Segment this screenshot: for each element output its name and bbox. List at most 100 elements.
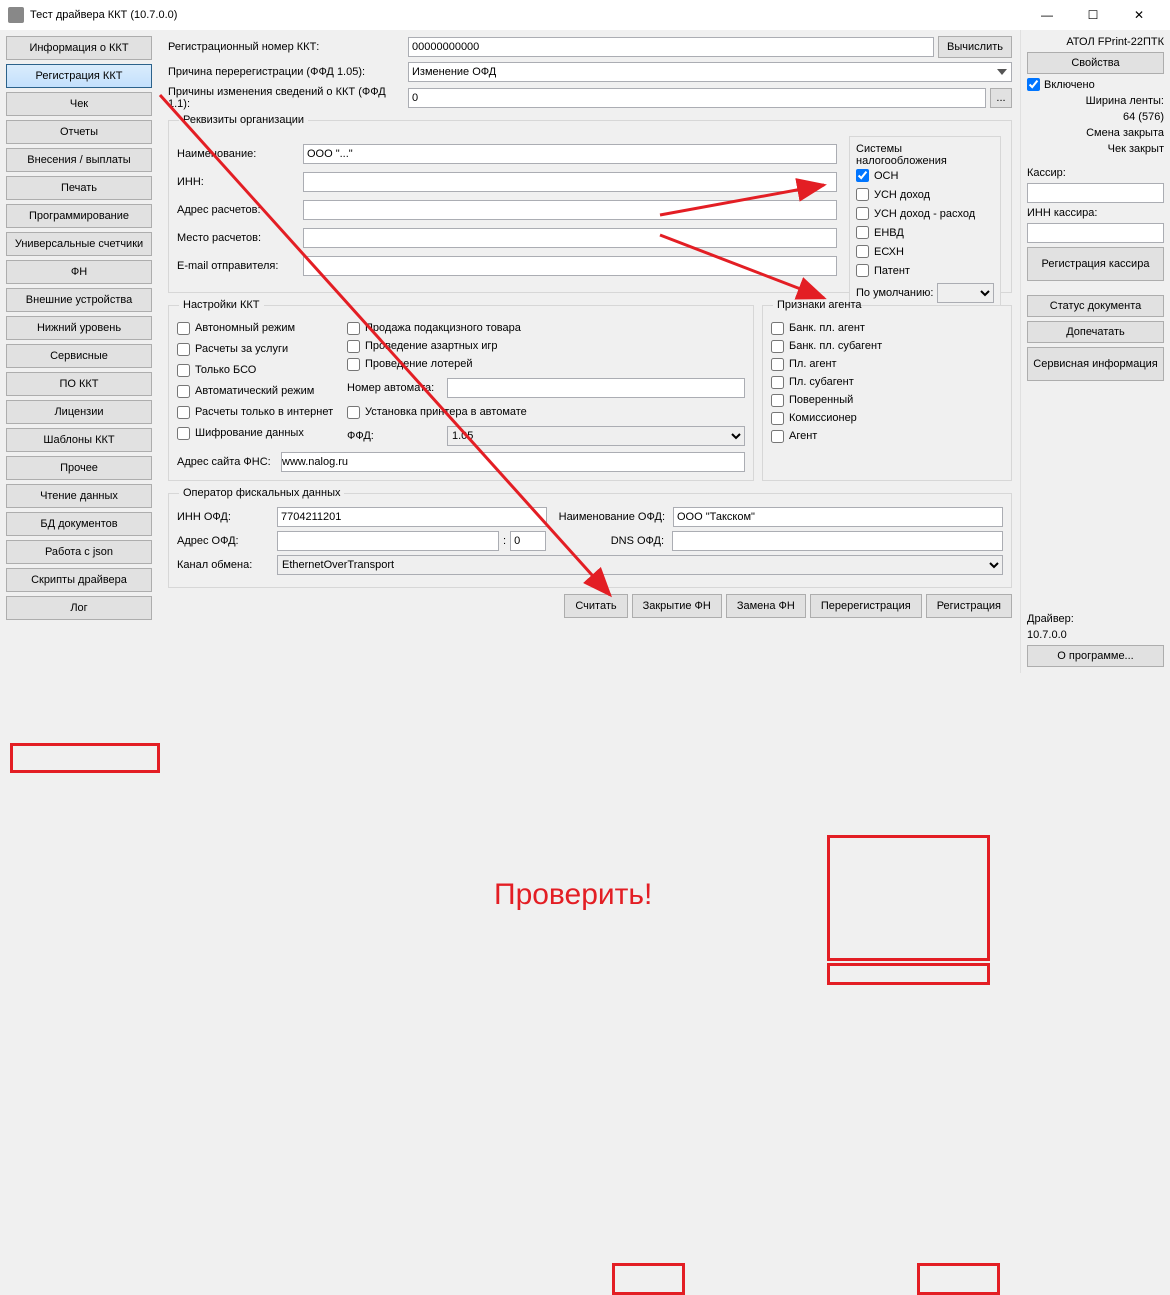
kkt-opt-b-0[interactable]: Продажа подакцизного товара	[347, 319, 745, 337]
tax-checkbox-5[interactable]	[856, 264, 869, 277]
agent-item-1[interactable]: Банк. пл. субагент	[771, 337, 1003, 355]
fns-input[interactable]	[281, 452, 745, 472]
agent-item-2[interactable]: Пл. агент	[771, 355, 1003, 373]
reprint-button[interactable]: Допечатать	[1027, 321, 1164, 343]
service-info-button[interactable]: Сервисная информация	[1027, 347, 1164, 381]
agent-item-3[interactable]: Пл. субагент	[771, 373, 1003, 391]
reg-number-label: Регистрационный номер ККТ:	[168, 41, 404, 53]
minimize-button[interactable]: —	[1024, 0, 1070, 30]
doc-status-button[interactable]: Статус документа	[1027, 295, 1164, 317]
ofd-fieldset: Оператор фискальных данных ИНН ОФД: Наим…	[168, 487, 1012, 588]
reg-button[interactable]: Регистрация	[926, 594, 1012, 618]
kkt-opt-a-0[interactable]: Автономный режим	[177, 319, 339, 337]
change-reason-label: Причины изменения сведений о ККТ (ФФД 1.…	[168, 86, 404, 110]
maximize-button[interactable]: ☐	[1070, 0, 1116, 30]
org-place-input[interactable]	[303, 228, 837, 248]
tax-checkbox-0[interactable]	[856, 169, 869, 182]
properties-button[interactable]: Свойства	[1027, 52, 1164, 74]
kkt-opt-b-2[interactable]: Проведение лотерей	[347, 355, 745, 373]
kkt-opt-a-1[interactable]: Расчеты за услуги	[177, 340, 339, 358]
tax-item-1[interactable]: УСН доход	[856, 186, 994, 203]
sidebar-item-9[interactable]: Внешние устройства	[6, 288, 152, 312]
tax-item-3[interactable]: ЕНВД	[856, 224, 994, 241]
tax-checkbox-1[interactable]	[856, 188, 869, 201]
tax-item-4[interactable]: ЕСХН	[856, 243, 994, 260]
driver-version: 10.7.0.0	[1027, 629, 1164, 641]
automat-input[interactable]	[447, 378, 745, 398]
sidebar-item-18[interactable]: Работа с json	[6, 540, 152, 564]
cheque-status: Чек закрыт	[1027, 143, 1164, 155]
close-button[interactable]: ✕	[1116, 0, 1162, 30]
org-inn-input[interactable]	[303, 172, 837, 192]
sidebar-item-2[interactable]: Чек	[6, 92, 152, 116]
ofd-name-input[interactable]	[673, 507, 1003, 527]
agent-fieldset: Признаки агента Банк. пл. агентБанк. пл.…	[762, 299, 1012, 481]
sidebar-item-14[interactable]: Шаблоны ККТ	[6, 428, 152, 452]
rereg-reason-select[interactable]: Изменение ОФД	[408, 62, 1012, 82]
driver-label: Драйвер:	[1027, 613, 1164, 625]
printer-in-automat-checkbox[interactable]	[347, 406, 360, 419]
kkt-opt-a-3[interactable]: Автоматический режим	[177, 382, 339, 400]
sidebar-item-6[interactable]: Программирование	[6, 204, 152, 228]
tax-item-2[interactable]: УСН доход - расход	[856, 205, 994, 222]
sidebar-item-16[interactable]: Чтение данных	[6, 484, 152, 508]
tax-checkbox-3[interactable]	[856, 226, 869, 239]
sidebar-item-8[interactable]: ФН	[6, 260, 152, 284]
sidebar-item-10[interactable]: Нижний уровень	[6, 316, 152, 340]
sidebar-item-12[interactable]: ПО ККТ	[6, 372, 152, 396]
sidebar-item-20[interactable]: Лог	[6, 596, 152, 620]
enabled-checkbox[interactable]	[1027, 78, 1040, 91]
tax-item-5[interactable]: Патент	[856, 262, 994, 279]
ofd-channel-select[interactable]: EthernetOverTransport	[277, 555, 1003, 575]
sidebar-item-13[interactable]: Лицензии	[6, 400, 152, 424]
automat-label: Номер автомата:	[347, 382, 443, 394]
read-button[interactable]: Считать	[564, 594, 627, 618]
tax-default-label: По умолчанию:	[856, 287, 933, 299]
rereg-button[interactable]: Перерегистрация	[810, 594, 922, 618]
ofd-inn-input[interactable]	[277, 507, 547, 527]
sidebar-item-19[interactable]: Скрипты драйвера	[6, 568, 152, 592]
sidebar-item-15[interactable]: Прочее	[6, 456, 152, 480]
agent-item-6[interactable]: Агент	[771, 427, 1003, 445]
compute-button[interactable]: Вычислить	[938, 36, 1012, 58]
sidebar-item-3[interactable]: Отчеты	[6, 120, 152, 144]
ofd-dns-input[interactable]	[672, 531, 1003, 551]
org-place-label: Место расчетов:	[177, 232, 299, 244]
sidebar-item-4[interactable]: Внесения / выплаты	[6, 148, 152, 172]
kkt-opt-a-2[interactable]: Только БСО	[177, 361, 339, 379]
kkt-opt-b-1[interactable]: Проведение азартных игр	[347, 337, 745, 355]
ffd-select[interactable]: 1.05	[447, 426, 745, 446]
replace-fn-button[interactable]: Замена ФН	[726, 594, 806, 618]
kkt-opt-a-4[interactable]: Расчеты только в интернет	[177, 403, 339, 421]
sidebar-item-5[interactable]: Печать	[6, 176, 152, 200]
org-email-input[interactable]	[303, 256, 837, 276]
org-addr-input[interactable]	[303, 200, 837, 220]
sidebar-item-7[interactable]: Универсальные счетчики	[6, 232, 152, 256]
tax-checkbox-4[interactable]	[856, 245, 869, 258]
change-reason-ellipsis-button[interactable]: ...	[990, 88, 1012, 108]
org-name-input[interactable]	[303, 144, 837, 164]
agent-item-5[interactable]: Комиссионер	[771, 409, 1003, 427]
sidebar-item-17[interactable]: БД документов	[6, 512, 152, 536]
ofd-name-label: Наименование ОФД:	[551, 511, 669, 523]
cashier-inn-input[interactable]	[1027, 223, 1164, 243]
change-reason-input[interactable]	[408, 88, 986, 108]
about-button[interactable]: О программе...	[1027, 645, 1164, 667]
tax-legend: Системы налогообложения	[856, 143, 947, 167]
reg-number-input[interactable]	[408, 37, 934, 57]
close-fn-button[interactable]: Закрытие ФН	[632, 594, 722, 618]
tax-checkbox-2[interactable]	[856, 207, 869, 220]
sidebar-item-11[interactable]: Сервисные	[6, 344, 152, 368]
cashier-input[interactable]	[1027, 183, 1164, 203]
ofd-addr-input[interactable]	[277, 531, 499, 551]
agent-item-0[interactable]: Банк. пл. агент	[771, 319, 1003, 337]
device-name: АТОЛ FPrint-22ПТК	[1027, 36, 1164, 48]
org-addr-label: Адрес расчетов:	[177, 204, 299, 216]
kkt-opt-a-5[interactable]: Шифрование данных	[177, 424, 339, 442]
ofd-port-input[interactable]	[510, 531, 546, 551]
tax-item-0[interactable]: ОСН	[856, 167, 994, 184]
agent-item-4[interactable]: Поверенный	[771, 391, 1003, 409]
sidebar-item-1[interactable]: Регистрация ККТ	[6, 64, 152, 88]
sidebar-item-0[interactable]: Информация о ККТ	[6, 36, 152, 60]
register-cashier-button[interactable]: Регистрация кассира	[1027, 247, 1164, 281]
